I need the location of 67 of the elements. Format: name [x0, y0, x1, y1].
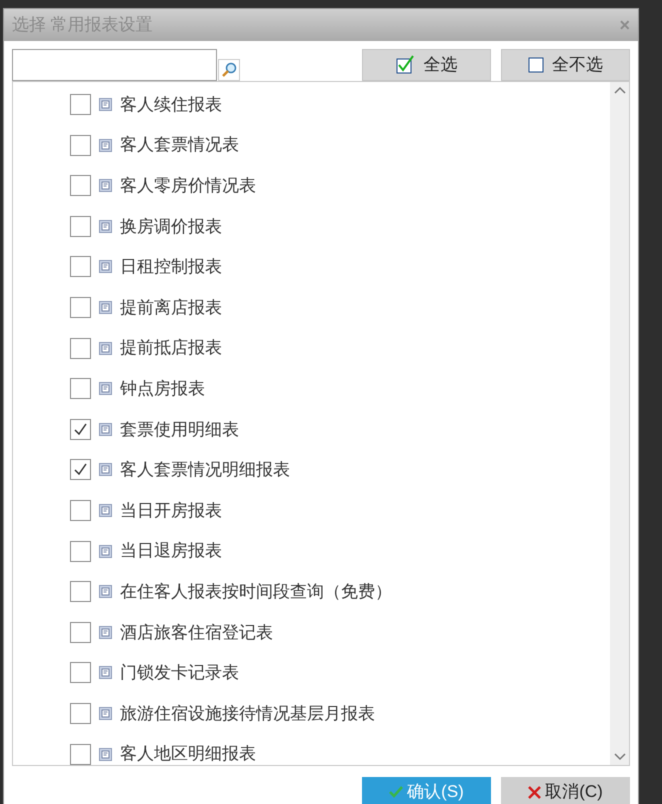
checkbox[interactable] — [70, 581, 91, 602]
report-icon — [99, 301, 112, 314]
report-icon — [99, 626, 112, 639]
report-icon — [99, 260, 112, 274]
report-name[interactable]: 当日退房报表 — [120, 538, 222, 564]
search-icon — [221, 62, 237, 78]
scroll-up-icon[interactable] — [614, 86, 626, 94]
window-title: 选择 常用报表设置 — [12, 14, 153, 36]
checkmark-icon — [73, 422, 88, 437]
report-name[interactable]: 日租控制报表 — [120, 254, 222, 280]
scroll-down-icon[interactable] — [614, 753, 626, 761]
report-icon — [99, 463, 112, 476]
report-icon — [99, 585, 112, 598]
report-icon — [99, 138, 112, 152]
checkbox-checked-icon — [396, 54, 416, 75]
report-name[interactable]: 客人续住报表 — [120, 92, 222, 118]
search-field[interactable] — [12, 48, 217, 81]
checkbox[interactable] — [70, 500, 91, 522]
report-icon — [99, 342, 112, 355]
report-icon — [99, 98, 112, 112]
checkbox[interactable] — [70, 378, 91, 400]
select-all-button[interactable]: 全选 — [362, 48, 491, 81]
report-icon — [99, 666, 112, 680]
checkbox[interactable] — [70, 702, 91, 724]
checkbox[interactable] — [70, 662, 91, 684]
report-name[interactable]: 客人零房价情况表 — [120, 173, 256, 199]
scrollbar[interactable] — [610, 82, 629, 765]
checkbox[interactable] — [70, 216, 91, 237]
checkmark-icon — [73, 462, 88, 478]
report-name[interactable]: 客人套票情况明细报表 — [120, 457, 290, 483]
report-icon — [99, 422, 112, 436]
checkbox[interactable] — [70, 94, 91, 116]
report-name[interactable]: 酒店旅客住宿登记表 — [120, 620, 273, 646]
close-icon — [528, 786, 542, 798]
checkbox[interactable] — [70, 622, 91, 643]
report-name[interactable]: 客人套票情况表 — [120, 132, 239, 158]
checkbox[interactable] — [70, 134, 91, 156]
report-icon — [99, 748, 112, 761]
report-icon — [99, 544, 112, 558]
report-name[interactable]: 套票使用明细表 — [120, 416, 239, 442]
report-name[interactable]: 提前离店报表 — [120, 294, 222, 320]
report-name[interactable]: 在住客人报表按时间段查询（免费） — [120, 578, 392, 604]
checkbox[interactable] — [70, 459, 91, 480]
checkbox[interactable] — [70, 175, 91, 196]
report-name[interactable]: 钟点房报表 — [120, 376, 205, 402]
report-icon — [99, 706, 112, 720]
report-name[interactable]: 客人地区明细报表 — [120, 741, 256, 765]
report-name[interactable]: 门锁发卡记录表 — [120, 660, 239, 686]
report-name[interactable]: 换房调价报表 — [120, 214, 222, 240]
checkbox[interactable] — [70, 744, 91, 765]
search-button[interactable] — [218, 58, 240, 81]
cancel-button[interactable]: 取消(C) — [501, 777, 630, 804]
checkbox[interactable] — [70, 338, 91, 359]
report-name[interactable]: 旅游住宿设施接待情况基层月报表 — [120, 700, 375, 726]
report-icon — [99, 382, 112, 396]
report-icon — [99, 179, 112, 192]
report-icon — [99, 504, 112, 518]
check-icon — [389, 785, 404, 799]
checkbox[interactable] — [70, 418, 91, 440]
report-name[interactable]: 当日开房报表 — [120, 498, 222, 524]
checkbox-empty-icon — [528, 56, 544, 73]
checkbox[interactable] — [70, 256, 91, 278]
report-icon — [99, 220, 112, 233]
checkbox[interactable] — [70, 540, 91, 562]
select-none-button[interactable]: 全不选 — [501, 48, 630, 81]
checkbox[interactable] — [70, 297, 91, 318]
report-name[interactable]: 提前抵店报表 — [120, 335, 222, 361]
